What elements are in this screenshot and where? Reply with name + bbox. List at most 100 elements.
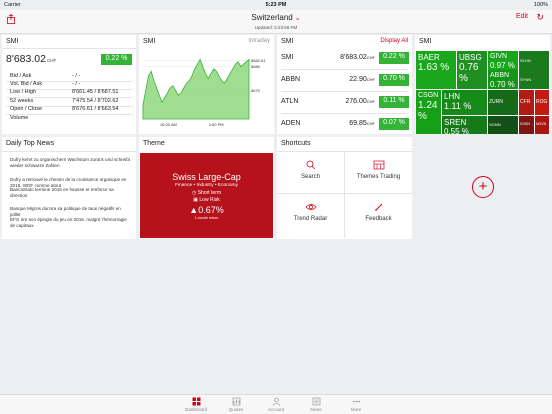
list-item[interactable]: SMI 8'683.02CHF 0.22 %	[281, 48, 409, 70]
news-headline: BancaStato termine 2016 en hausse et ren…	[10, 187, 114, 198]
y-tick-label: 8682.61	[251, 58, 266, 63]
heatmap-tile[interactable]: SGSN	[519, 116, 534, 134]
theme-tags: Finance • Industry • Economy	[175, 183, 238, 188]
heatmap-tile[interactable]: SYNN	[519, 70, 549, 89]
tile-change: 1.63 %	[418, 62, 450, 73]
market-selector[interactable]: Switzerland ⌄	[0, 13, 552, 22]
y-tick-label: 8680	[251, 64, 261, 69]
heatmap-tile[interactable]: ABBN 0.70 %	[488, 70, 518, 89]
shortcut-themes-trading[interactable]: Themes Trading	[345, 153, 412, 194]
tile-symbol: ROG	[536, 99, 548, 105]
news-card[interactable]: Daily Top News Dufry kehrt zu organische…	[2, 137, 136, 239]
shortcuts-card[interactable]: Shortcuts Search Themes Trading Trend Ra…	[277, 137, 412, 239]
tab-news[interactable]: News	[296, 397, 336, 412]
smi-price: 8'683.02CHF	[6, 53, 56, 65]
heatmap-tile[interactable]: NOVN	[535, 116, 549, 134]
tab-label: Quotes	[228, 407, 244, 412]
heatmap-card[interactable]: SMI BAER 1.63 % UBSG 0.76 % GIVN 0.97 % ABBN 0.…	[415, 35, 550, 134]
symbol-price: 8'683.02CHF	[340, 54, 375, 61]
quote-detail-row: Low / High 8'661.45 / 8'687.51	[6, 89, 132, 98]
tab-label: More	[350, 407, 362, 412]
detail-value: 7'475.54 / 8'702.62	[72, 98, 119, 104]
tab-more[interactable]: More	[336, 397, 376, 412]
quotes-icon	[232, 397, 240, 406]
tile-symbol: SGSN	[520, 122, 530, 127]
price-value: 69.85	[349, 120, 367, 127]
news-item[interactable]: Dufry kehrt zu organischem Wachstum zurü…	[10, 157, 132, 168]
status-bar: Carrier 5:23 PM 100%	[0, 0, 552, 10]
return-label: 1-month return	[194, 216, 219, 220]
tile-change: 0.76 %	[459, 62, 479, 84]
updated-label: Updated: 5:23:58 PM	[254, 25, 298, 30]
shortcut-trend-radar[interactable]: Trend Radar	[277, 195, 344, 236]
detail-label: 52 weeks	[10, 98, 34, 104]
news-item[interactable]: Banque Migros durcira sa politique de ta…	[10, 206, 132, 217]
heatmap-tile[interactable]: ROG	[535, 90, 549, 115]
news-item[interactable]: BancaStato termine 2016 en hausse et ren…	[10, 187, 132, 198]
heatmap-tile[interactable]: ZURN	[488, 90, 518, 115]
tile-change: 1.24 %	[418, 100, 438, 122]
intraday-chart: 8682.618680 8670 10:00 AM 2:00 PM	[142, 58, 266, 127]
smi-quote-card[interactable]: SMI 8'683.02CHF 0.22 % Bid / Ask - / - Vol…	[2, 35, 136, 134]
detail-value: 8'661.45 / 8'687.51	[72, 89, 119, 95]
tab-dashboard[interactable]: Dashboard	[176, 397, 216, 412]
term-label: Short term	[197, 190, 222, 196]
card-title: Shortcuts	[281, 140, 311, 147]
heatmap-tile[interactable]: LHN 1.11 %	[442, 90, 487, 115]
theme-term: ◷ Short term	[140, 190, 273, 196]
change-badge: 0.22 %	[379, 52, 409, 64]
symbol-price: 276.00CHF	[345, 98, 375, 105]
detail-label: Bid / Ask	[10, 73, 32, 79]
account-icon	[272, 397, 280, 406]
tile-change: 0.70 %	[490, 80, 515, 89]
tab-label: Account	[267, 407, 285, 412]
heatmap-tile[interactable]: CFR	[519, 90, 534, 115]
news-icon	[312, 397, 320, 406]
currency-label: CHF	[366, 55, 375, 60]
heatmap-tile[interactable]: SREN 0.55 %	[442, 116, 487, 134]
shortcut-feedback[interactable]: Feedback	[345, 195, 412, 236]
news-headline: Dufry a retrouvé le chemin de la croissa…	[10, 177, 127, 188]
heatmap-tile[interactable]: UBSG 0.76 %	[457, 51, 487, 89]
clock-icon: ◷	[191, 190, 197, 196]
tile-symbol: ABBN	[490, 72, 510, 79]
list-item[interactable]: ADEN 69.85CHF 0.07 %	[281, 114, 409, 134]
tile-change: 0.97 %	[490, 61, 515, 70]
quote-detail-row: Volume	[6, 115, 132, 124]
heatmap-tile[interactable]: BAER 1.63 %	[416, 51, 456, 89]
news-item[interactable]: EFG rire son épingle du jeu en 2016, mal…	[10, 217, 132, 228]
heatmap-tile[interactable]: CSGN 1.24 %	[416, 90, 441, 134]
detail-value: 8'676.61 / 8'663.54	[72, 106, 119, 112]
heatmap-tile[interactable]: SLHN	[519, 51, 549, 70]
heatmap-tile[interactable]: SCMN	[488, 116, 518, 134]
refresh-icon[interactable]: ↻	[536, 12, 544, 23]
heatmap-tile[interactable]: GIVN 0.97 %	[488, 51, 518, 70]
theme-card[interactable]: Theme Swiss Large-Cap Finance • Industry…	[139, 137, 274, 239]
tab-account[interactable]: Account	[256, 397, 296, 412]
symbol-price: 22.90CHF	[349, 76, 375, 83]
list-item[interactable]: ATLN 276.00CHF 0.11 %	[281, 92, 409, 114]
list-item[interactable]: ABBN 22.90CHF 0.70 %	[281, 70, 409, 92]
theme-tile[interactable]: Swiss Large-Cap Finance • Industry • Eco…	[140, 153, 273, 238]
news-headline: EFG rire son épingle du jeu en 2016, mal…	[10, 217, 127, 228]
shortcut-search[interactable]: Search	[277, 153, 344, 194]
theme-name: Swiss Large-Cap	[172, 172, 241, 182]
tile-symbol: SYNN	[520, 76, 532, 82]
edit-button[interactable]: Edit	[516, 13, 528, 20]
change-badge: 0.70 %	[379, 74, 409, 86]
tab-label: News	[310, 407, 322, 412]
plus-icon: +	[478, 178, 488, 195]
tab-quotes[interactable]: Quotes	[216, 397, 256, 412]
add-widget-button[interactable]: +	[472, 176, 494, 198]
x-tick-label: 2:00 PM	[209, 122, 224, 127]
price-value: 8'683.02	[340, 54, 367, 61]
intraday-chart-card[interactable]: SMI Intraday 8682.61 8680 8670 10:00 AM 2:00…	[139, 35, 274, 134]
card-title: Theme	[143, 140, 165, 147]
display-all-link[interactable]: Display All	[380, 38, 408, 44]
card-title: SMI	[419, 38, 432, 45]
smi-list-card[interactable]: SMI Display All SMI 8'683.02CHF 0.22 % ABBN…	[277, 35, 412, 134]
intraday-label: Intraday	[248, 38, 270, 44]
shortcut-label: Feedback	[365, 216, 392, 222]
currency-label: CHF	[366, 77, 375, 82]
card-title: SMI	[143, 38, 156, 45]
